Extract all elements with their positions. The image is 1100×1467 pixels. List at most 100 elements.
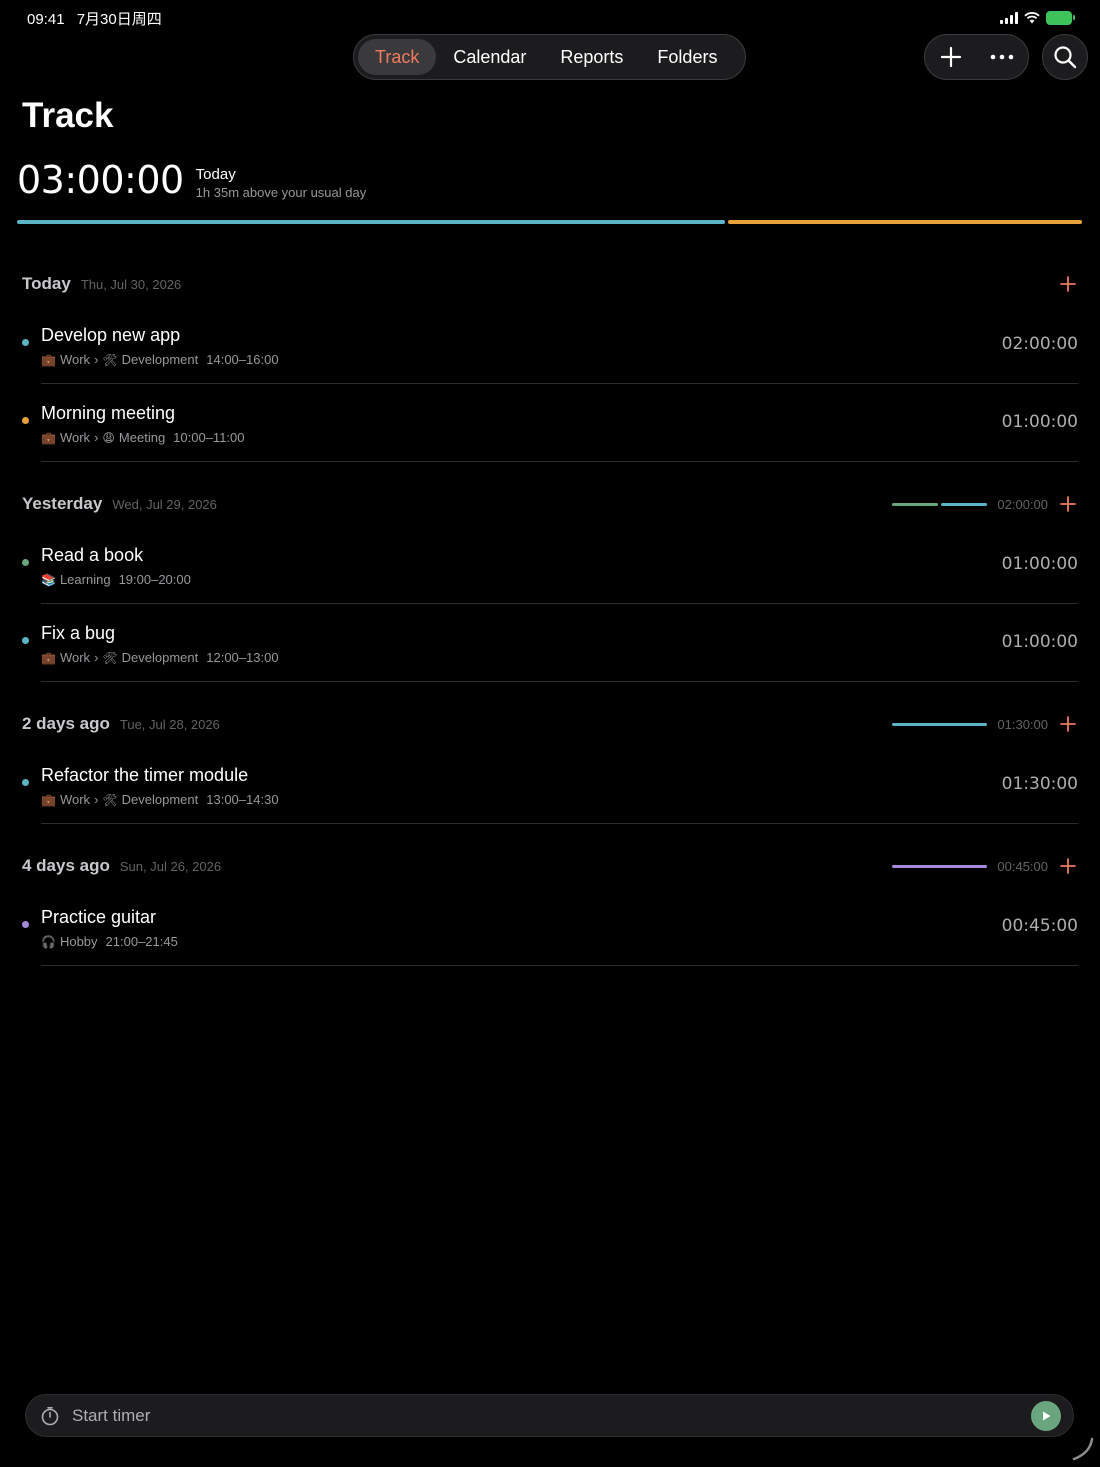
entry-meta: 💼 Work › 🛠 Development 12:00–13:00 [41, 650, 279, 665]
time-entry-row[interactable]: Fix a bug 💼 Work › 🛠 Development 12:00–13:00 01… [0, 604, 1100, 682]
section-progress-bar [892, 722, 988, 726]
progress-segment [892, 502, 939, 506]
entry-time-range: 13:00–14:30 [206, 792, 279, 807]
entry-project: Work [59, 430, 91, 445]
search-button[interactable] [1042, 34, 1088, 80]
entry-subproject: Development [121, 792, 199, 807]
time-entry-row[interactable]: Morning meeting 💼 Work › 😩 Meeting 10:00–11:00… [0, 384, 1100, 462]
entry-meta: 📚 Learning 19:00–20:00 [41, 572, 191, 587]
tools-icon: 🛠 [102, 650, 118, 665]
tab-reports[interactable]: Reports [543, 39, 640, 75]
progress-segment-meeting [728, 220, 1082, 224]
progress-segment [941, 502, 988, 506]
section-title: Today [22, 274, 71, 293]
entry-list: Today Thu, Jul 30, 2026 Develop new app 💼 Wo… [0, 262, 1100, 966]
plus-icon [1060, 496, 1076, 512]
time-entry-row[interactable]: Develop new app 💼 Work › 🛠 Development 14:00–1… [0, 306, 1100, 384]
signal-icon [1000, 12, 1018, 24]
add-to-section-button[interactable] [1058, 274, 1078, 294]
ellipsis-icon [990, 54, 1014, 60]
today-summary: 03:00:00 Today 1h 35m above your usual d… [17, 158, 366, 202]
entry-time-range: 12:00–13:00 [206, 650, 279, 665]
entry-duration: 01:30:00 [1001, 774, 1078, 794]
today-progress-bar [17, 220, 1082, 224]
section-date: Wed, Jul 29, 2026 [112, 496, 217, 512]
entry-time-range: 14:00–16:00 [206, 352, 279, 367]
entry-time-range: 21:00–21:45 [105, 934, 178, 949]
status-date: 7月30日周四 [76, 10, 162, 28]
status-right [1000, 11, 1075, 25]
tab-calendar[interactable]: Calendar [436, 39, 543, 75]
total-time: 03:00:00 [17, 158, 184, 202]
add-to-section-button[interactable] [1058, 714, 1078, 734]
tools-icon: 🛠 [102, 352, 118, 367]
briefcase-icon: 💼 [41, 650, 56, 665]
entry-duration: 00:45:00 [1001, 916, 1078, 936]
section-title: 2 days ago [22, 714, 110, 733]
row-divider [41, 461, 1078, 462]
entry-meta: 💼 Work › 🛠 Development 13:00–14:30 [41, 792, 279, 807]
row-divider [41, 823, 1078, 824]
section-date: Tue, Jul 28, 2026 [119, 716, 220, 732]
time-entry-row[interactable]: Practice guitar 🎧 Hobby 21:00–21:45 00:45:00 [0, 888, 1100, 966]
resize-handle-icon[interactable] [1068, 1435, 1094, 1461]
row-divider [41, 681, 1078, 682]
plus-icon [940, 46, 961, 68]
chevron-right-icon: › [94, 352, 99, 367]
time-entry-row[interactable]: Read a book 📚 Learning 19:00–20:00 01:00:00 [0, 526, 1100, 604]
books-icon: 📚 [41, 572, 56, 587]
entry-subproject: Meeting [118, 430, 166, 445]
entry-color-dot [22, 637, 29, 644]
start-timer-bar [25, 1394, 1074, 1437]
start-timer-button[interactable] [1031, 1400, 1061, 1431]
entry-duration: 02:00:00 [1001, 334, 1078, 354]
section-actions: 01:30:00 [892, 714, 1078, 734]
progress-segment [892, 864, 988, 868]
more-button[interactable] [982, 37, 1022, 77]
battery-icon [1046, 11, 1075, 25]
entry-project: Hobby [59, 934, 98, 949]
row-divider [41, 965, 1078, 966]
add-to-section-button[interactable] [1058, 856, 1078, 876]
time-entry-row[interactable]: Refactor the timer module 💼 Work › 🛠 Developm… [0, 746, 1100, 824]
wifi-icon [1024, 12, 1040, 24]
progress-segment [892, 722, 988, 726]
entry-title: Develop new app [41, 325, 181, 345]
section-total: 02:00:00 [997, 496, 1048, 512]
section-header: Today Thu, Jul 30, 2026 [0, 262, 1100, 306]
tab-track[interactable]: Track [358, 39, 437, 75]
entry-duration: 01:00:00 [1001, 412, 1078, 432]
entry-title: Morning meeting [41, 403, 176, 423]
section-actions [1058, 274, 1078, 294]
section-header: Yesterday Wed, Jul 29, 2026 02:00:00 [0, 482, 1100, 526]
headphones-icon: 🎧 [41, 934, 56, 949]
progress-segment-development [17, 220, 725, 224]
toolbar-actions [924, 34, 1029, 80]
chevron-right-icon: › [94, 650, 99, 665]
entry-meta: 🎧 Hobby 21:00–21:45 [41, 934, 178, 949]
chevron-right-icon: › [94, 792, 99, 807]
entry-title: Refactor the timer module [41, 765, 249, 785]
add-entry-button[interactable] [931, 37, 971, 77]
entry-meta: 💼 Work › 🛠 Development 14:00–16:00 [41, 352, 279, 367]
summary-label: Today [195, 166, 236, 183]
section-actions: 02:00:00 [892, 494, 1078, 514]
entry-time-range: 19:00–20:00 [118, 572, 191, 587]
add-to-section-button[interactable] [1058, 494, 1078, 514]
plus-icon [1060, 858, 1076, 874]
plus-icon [1060, 716, 1076, 732]
section-total: 00:45:00 [997, 858, 1048, 874]
entry-color-dot [22, 779, 29, 786]
entry-title: Fix a bug [41, 623, 116, 643]
plus-icon [1060, 276, 1076, 292]
tab-folders[interactable]: Folders [640, 39, 734, 75]
section-progress-bar [892, 864, 988, 868]
stopwatch-icon [41, 1406, 59, 1425]
play-icon [1043, 1411, 1051, 1420]
start-timer-input[interactable] [70, 1404, 1031, 1427]
main-tabs: Track Calendar Reports Folders [353, 34, 746, 80]
entry-duration: 01:00:00 [1001, 554, 1078, 574]
entry-subproject: Development [121, 650, 199, 665]
